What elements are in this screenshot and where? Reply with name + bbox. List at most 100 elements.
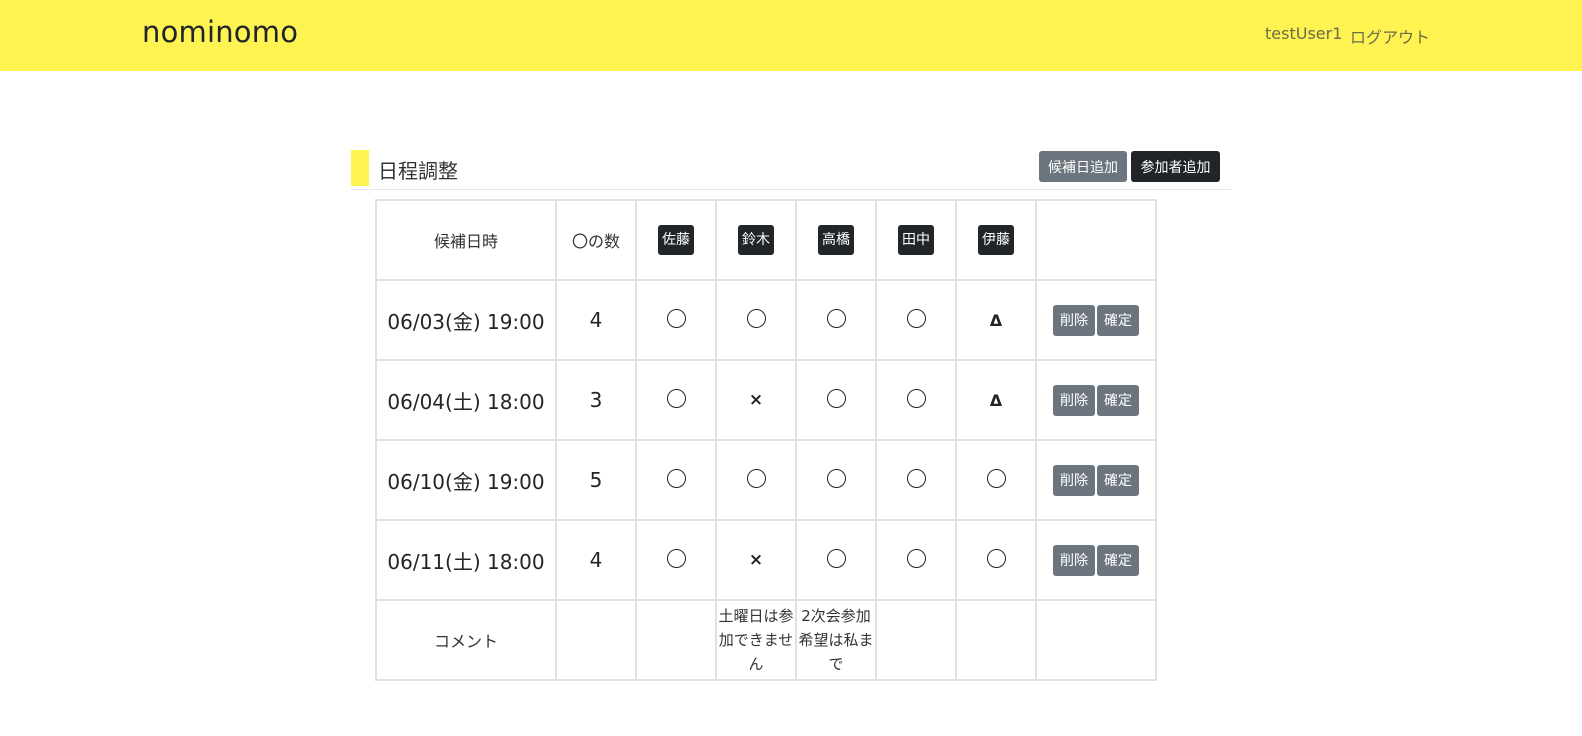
count-cell: 4: [555, 519, 637, 601]
logout-link[interactable]: ログアウト: [1350, 24, 1430, 48]
member-badge: 高橋: [818, 225, 854, 255]
availability-cell[interactable]: [635, 359, 717, 441]
candidate-date: 06/11(土) 18:00: [387, 549, 545, 574]
available-circle-icon: [906, 308, 926, 328]
available-circle-icon: [666, 548, 686, 568]
header-member-cell: 鈴木: [715, 199, 797, 281]
availability-cell[interactable]: [955, 439, 1037, 521]
circle-count: 4: [589, 548, 603, 572]
available-circle-icon: [826, 388, 846, 408]
add-participant-button[interactable]: 参加者追加: [1131, 151, 1220, 182]
available-circle-icon: [746, 468, 766, 488]
member-badge: 佐藤: [658, 225, 694, 255]
section-header: 日程調整 候補日追加 参加者追加: [351, 150, 1231, 190]
availability-cell[interactable]: [635, 519, 717, 601]
circle-count: 3: [589, 388, 603, 412]
member-comment: 土曜日は参加できません: [718, 607, 794, 673]
navbar: nominomo testUser1 ログアウト: [0, 0, 1582, 71]
comment-cell: [635, 599, 717, 681]
available-circle-icon: [906, 388, 926, 408]
availability-cell[interactable]: [635, 439, 717, 521]
comment-empty-cell: [555, 599, 637, 681]
count-cell: 4: [555, 279, 637, 361]
table-header-row: 候補日時 〇の数 佐藤 鈴木 高橋 田中 伊藤: [375, 199, 1157, 281]
availability-cell[interactable]: [955, 519, 1037, 601]
availability-cell[interactable]: [715, 279, 797, 361]
member-comment: 2次会参加希望は私まで: [798, 607, 874, 673]
header-count-cell: 〇の数: [555, 199, 637, 281]
row-actions-cell: 削除 確定: [1035, 359, 1157, 441]
comment-row: コメント 土曜日は参加できません 2次会参加希望は私まで: [375, 599, 1157, 681]
date-cell: 06/10(金) 19:00: [375, 439, 557, 521]
delete-button[interactable]: 削除: [1053, 384, 1095, 416]
table-row: 06/11(土) 18:00 4 × 削除 確定: [375, 519, 1157, 601]
member-badge: 鈴木: [738, 225, 774, 255]
availability-cell[interactable]: ×: [715, 359, 797, 441]
available-circle-icon: [666, 388, 686, 408]
unavailable-cross-icon: ×: [748, 390, 764, 410]
member-badge: 田中: [898, 225, 934, 255]
member-badge: 伊藤: [978, 225, 1014, 255]
available-circle-icon: [986, 548, 1006, 568]
availability-cell[interactable]: Δ: [955, 359, 1037, 441]
header-member-cell: 佐藤: [635, 199, 717, 281]
availability-cell[interactable]: Δ: [955, 279, 1037, 361]
comment-cell: 土曜日は参加できません: [715, 599, 797, 681]
delete-button[interactable]: 削除: [1053, 304, 1095, 336]
maybe-triangle-icon: Δ: [989, 390, 1003, 410]
date-cell: 06/03(金) 19:00: [375, 279, 557, 361]
availability-cell[interactable]: [875, 439, 957, 521]
comment-label: コメント: [433, 632, 498, 651]
header-member-cell: 田中: [875, 199, 957, 281]
confirm-button[interactable]: 確定: [1097, 304, 1139, 336]
availability-cell[interactable]: [715, 439, 797, 521]
availability-cell[interactable]: [875, 279, 957, 361]
availability-cell[interactable]: [795, 359, 877, 441]
circle-count: 4: [589, 308, 603, 332]
page-title: 日程調整: [378, 159, 458, 183]
comment-empty-cell: [1035, 599, 1157, 681]
date-cell: 06/11(土) 18:00: [375, 519, 557, 601]
availability-cell[interactable]: [795, 439, 877, 521]
candidate-date: 06/10(金) 19:00: [387, 469, 545, 494]
available-circle-icon: [746, 308, 766, 328]
comment-cell: 2次会参加希望は私まで: [795, 599, 877, 681]
maybe-triangle-icon: Δ: [989, 310, 1003, 330]
availability-cell[interactable]: [795, 279, 877, 361]
title-accent-bar: [351, 150, 369, 186]
comment-cell: [955, 599, 1037, 681]
availability-cell[interactable]: [875, 359, 957, 441]
delete-button[interactable]: 削除: [1053, 464, 1095, 496]
row-actions-cell: 削除 確定: [1035, 439, 1157, 521]
candidate-date: 06/04(土) 18:00: [387, 389, 545, 414]
availability-cell[interactable]: [635, 279, 717, 361]
availability-cell[interactable]: ×: [715, 519, 797, 601]
brand-logo[interactable]: nominomo: [142, 15, 298, 49]
header-date-cell: 候補日時: [375, 199, 557, 281]
header-member-cell: 伊藤: [955, 199, 1037, 281]
table-row: 06/03(金) 19:00 4 Δ 削除 確定: [375, 279, 1157, 361]
header-actions-cell: [1035, 199, 1157, 281]
confirm-button[interactable]: 確定: [1097, 544, 1139, 576]
user-name-link[interactable]: testUser1: [1265, 24, 1342, 43]
availability-cell[interactable]: [875, 519, 957, 601]
availability-cell[interactable]: [795, 519, 877, 601]
table-row: 06/04(土) 18:00 3 × Δ 削除 確定: [375, 359, 1157, 441]
row-actions-cell: 削除 確定: [1035, 279, 1157, 361]
comment-label-cell: コメント: [375, 599, 557, 681]
delete-button[interactable]: 削除: [1053, 544, 1095, 576]
count-cell: 3: [555, 359, 637, 441]
unavailable-cross-icon: ×: [748, 550, 764, 570]
available-circle-icon: [666, 468, 686, 488]
date-cell: 06/04(土) 18:00: [375, 359, 557, 441]
confirm-button[interactable]: 確定: [1097, 464, 1139, 496]
count-cell: 5: [555, 439, 637, 521]
comment-cell: [875, 599, 957, 681]
add-candidate-date-button[interactable]: 候補日追加: [1039, 151, 1127, 182]
confirm-button[interactable]: 確定: [1097, 384, 1139, 416]
column-header-date: 候補日時: [433, 232, 498, 251]
circle-count: 5: [589, 468, 603, 492]
available-circle-icon: [826, 468, 846, 488]
row-actions-cell: 削除 確定: [1035, 519, 1157, 601]
available-circle-icon: [986, 468, 1006, 488]
